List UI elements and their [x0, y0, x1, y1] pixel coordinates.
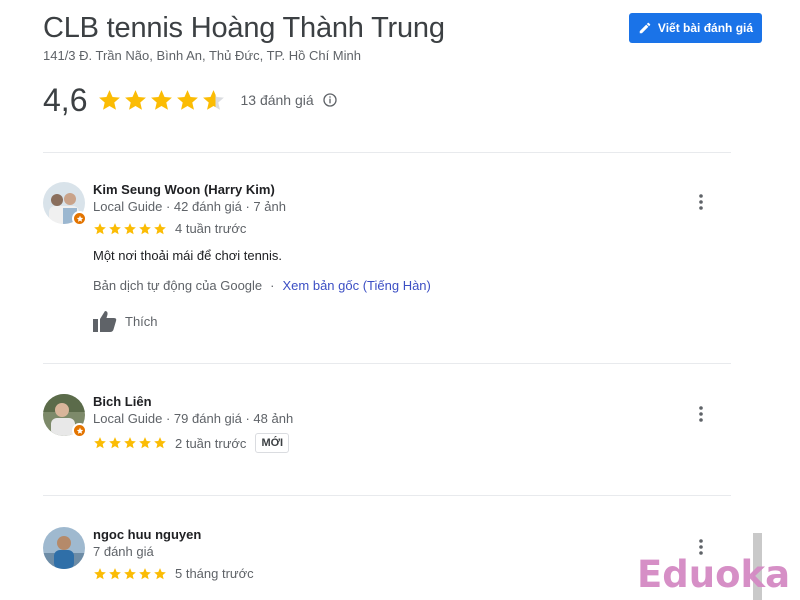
- star-icon: [139, 437, 151, 449]
- star-icon: [154, 567, 166, 579]
- write-review-button[interactable]: Viết bài đánh giá: [629, 13, 762, 43]
- author-meta: Local Guide · 79 đánh giá · 48 ảnh: [93, 411, 294, 426]
- review-time: 4 tuần trước: [175, 221, 247, 236]
- star-icon: [124, 222, 136, 234]
- star-icon: [139, 222, 151, 234]
- like-label: Thích: [125, 313, 158, 329]
- overall-rating: 4,6 13 đánh giá: [43, 80, 338, 120]
- author-meta: Local Guide · 42 đánh giá · 7 ảnh: [93, 199, 286, 214]
- star-icon: [151, 89, 173, 110]
- review-rating: 2 tuần trước MỚI: [93, 433, 290, 453]
- avatar[interactable]: [43, 527, 85, 569]
- like-button[interactable]: Thích: [93, 310, 158, 332]
- more-options-button[interactable]: [689, 402, 713, 426]
- review-rating: 4 tuần trước: [93, 221, 246, 236]
- star-icon: [109, 222, 121, 234]
- place-address: 141/3 Đ. Trần Não, Bình An, Thủ Đức, TP.…: [43, 48, 361, 63]
- divider: [43, 152, 731, 153]
- author-name[interactable]: Bich Liên: [93, 394, 152, 409]
- local-guide-icon: [72, 423, 87, 438]
- author-name[interactable]: Kim Seung Woon (Harry Kim): [93, 182, 275, 197]
- more-options-button[interactable]: [689, 190, 713, 214]
- new-badge: MỚI: [255, 433, 290, 453]
- watermark-logo: Eduoka: [637, 553, 791, 596]
- review-item: ngoc huu nguyen 7 đánh giá 5 tháng trước: [43, 527, 731, 600]
- place-title: CLB tennis Hoàng Thành Trung: [43, 12, 445, 44]
- author-name[interactable]: ngoc huu nguyen: [93, 527, 201, 542]
- rating-stars: [97, 88, 226, 113]
- review-item: Kim Seung Woon (Harry Kim) Local Guide ·…: [43, 182, 731, 342]
- star-icon: [109, 567, 121, 579]
- review-stars: [93, 436, 167, 450]
- write-review-label: Viết bài đánh giá: [657, 21, 754, 35]
- star-icon: [124, 567, 136, 579]
- avatar[interactable]: [43, 394, 87, 438]
- rating-value: 4,6: [43, 81, 88, 118]
- review-time: 2 tuần trước: [175, 435, 247, 451]
- thumb-up-icon: [93, 311, 117, 332]
- star-icon: [94, 222, 106, 234]
- more-vert-icon: [699, 406, 703, 422]
- translation-line: Bản dịch tự động của Google · Xem bản gố…: [93, 278, 431, 293]
- divider: [43, 363, 731, 364]
- review-count[interactable]: 13 đánh giá: [240, 92, 313, 108]
- divider: [43, 495, 731, 496]
- author-meta: 7 đánh giá: [93, 544, 154, 559]
- review-text: Một nơi thoải mái để chơi tennis.: [93, 248, 283, 263]
- star-icon: [177, 89, 199, 110]
- more-vert-icon: [699, 194, 703, 210]
- translation-note: Bản dịch tự động của Google: [93, 278, 263, 293]
- review-rating: 5 tháng trước: [93, 566, 254, 581]
- see-original-link[interactable]: Xem bản gốc (Tiếng Hàn): [283, 278, 431, 293]
- info-icon[interactable]: [322, 92, 338, 108]
- star-icon: [125, 89, 147, 110]
- star-icon: [94, 567, 106, 579]
- star-icon: [203, 89, 225, 110]
- star-icon: [154, 437, 166, 449]
- star-icon: [124, 437, 136, 449]
- star-icon: [99, 89, 121, 110]
- star-icon: [154, 222, 166, 234]
- review-time: 5 tháng trước: [175, 566, 254, 581]
- star-icon: [109, 437, 121, 449]
- review-stars: [93, 567, 167, 581]
- local-guide-icon: [72, 211, 87, 226]
- pencil-icon: [639, 22, 651, 34]
- review-stars: [93, 222, 167, 236]
- avatar[interactable]: [43, 182, 87, 226]
- review-item: Bich Liên Local Guide · 79 đánh giá · 48…: [43, 394, 731, 474]
- star-icon: [94, 437, 106, 449]
- star-icon: [139, 567, 151, 579]
- separator: ·: [270, 278, 275, 293]
